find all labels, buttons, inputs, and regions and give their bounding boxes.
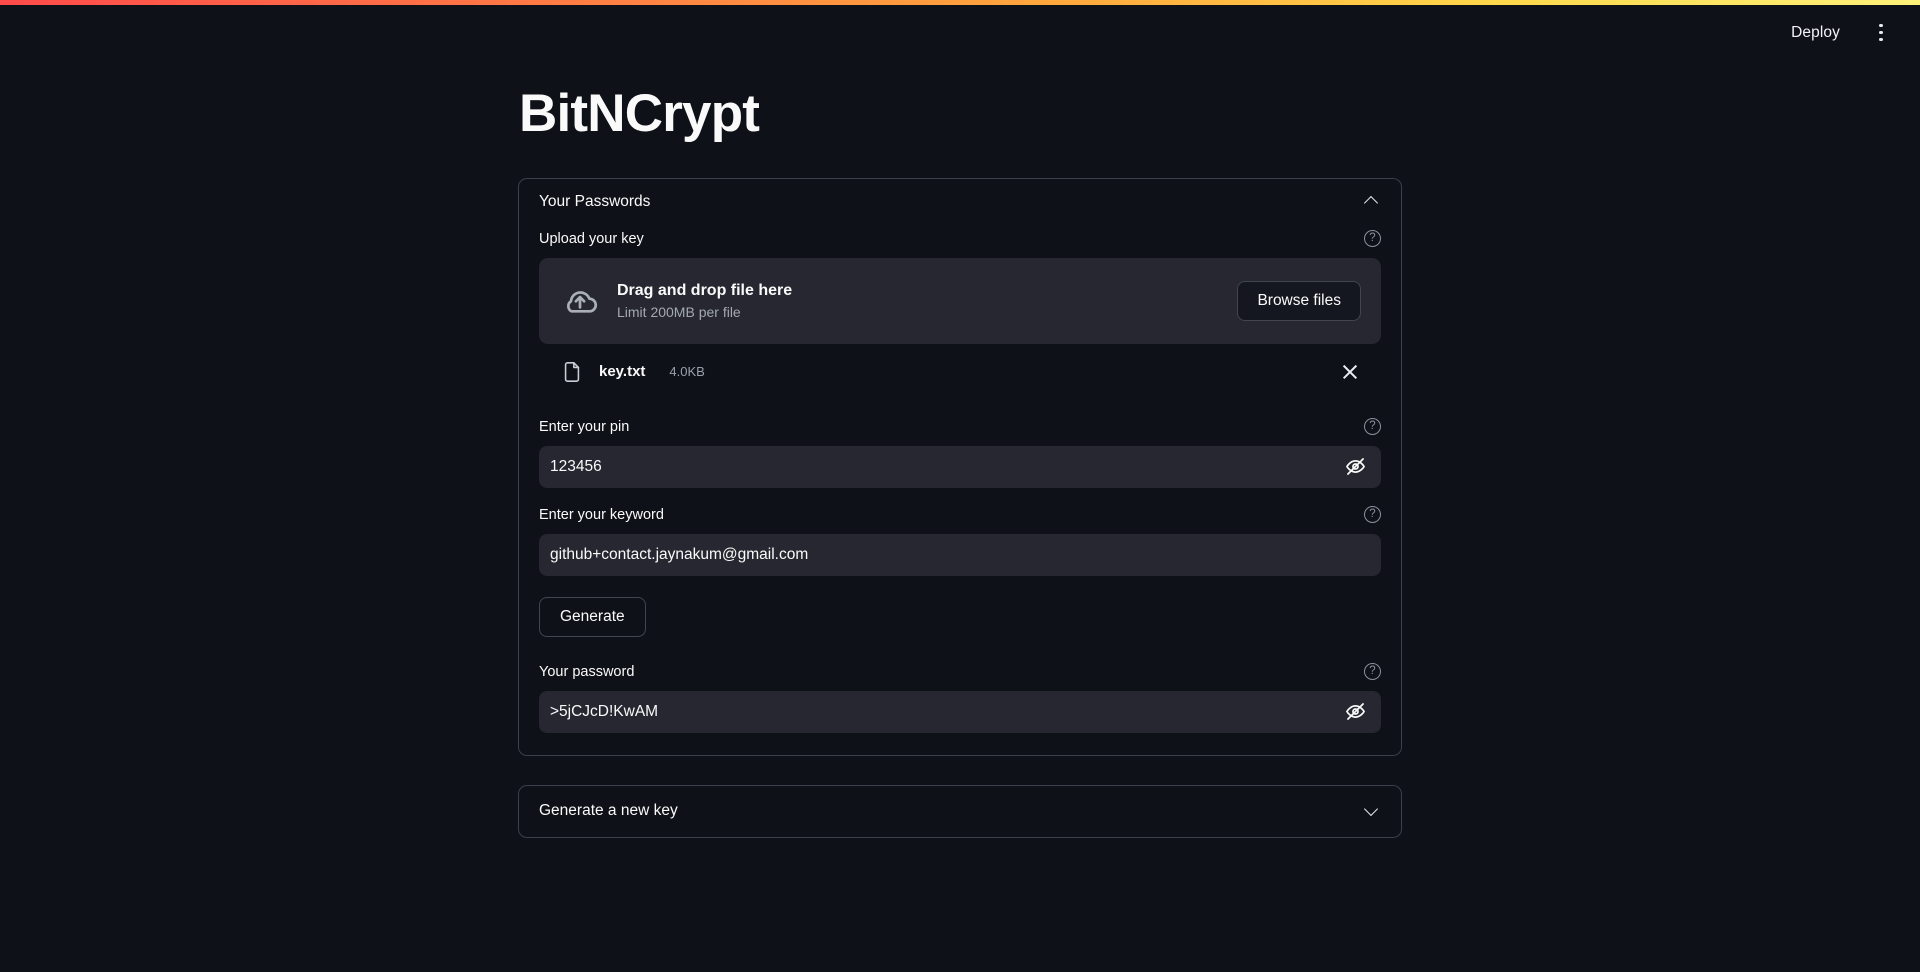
pin-field-block: Enter your pin ? [539, 414, 1381, 488]
kebab-menu-icon[interactable] [1864, 16, 1898, 50]
chevron-up-icon[interactable] [1363, 193, 1381, 211]
cloud-upload-icon [561, 282, 599, 320]
uploaded-file-size: 4.0KB [669, 364, 705, 380]
generate-button[interactable]: Generate [539, 596, 646, 637]
browse-files-button[interactable]: Browse files [1237, 280, 1361, 321]
keyword-input-wrap [539, 533, 1381, 576]
brand-gradient-bar [0, 0, 1920, 5]
password-field-block: Your password ? [539, 659, 1381, 733]
kebab-dot [1879, 37, 1883, 42]
file-icon [561, 359, 583, 385]
deploy-button[interactable]: Deploy [1779, 18, 1852, 48]
expander-generate-new-key-title: Generate a new key [539, 802, 678, 820]
kebab-dot [1879, 30, 1883, 35]
keyword-input[interactable] [550, 545, 1367, 564]
eye-off-icon[interactable] [1343, 455, 1367, 479]
keyword-field-block: Enter your keyword ? [539, 502, 1381, 576]
help-circle-icon[interactable]: ? [1364, 418, 1381, 436]
eye-off-icon[interactable] [1343, 700, 1367, 724]
keyword-label-row: Enter your keyword ? [539, 502, 1381, 528]
main-content: BitNCrypt Your Passwords Upload your key… [518, 60, 1402, 838]
help-circle-icon[interactable]: ? [1364, 506, 1381, 524]
expander-generate-new-key: Generate a new key [518, 784, 1402, 838]
chevron-down-icon[interactable] [1363, 802, 1381, 820]
help-circle-icon[interactable]: ? [1364, 663, 1381, 681]
password-input-wrap [539, 690, 1381, 733]
keyword-label: Enter your keyword [539, 506, 664, 523]
app-header: Deploy [0, 5, 1920, 60]
help-circle-icon[interactable]: ? [1364, 230, 1381, 248]
close-icon[interactable] [1335, 357, 1365, 387]
pin-label-row: Enter your pin ? [539, 414, 1381, 440]
upload-key-label: Upload your key [539, 230, 644, 247]
expander-your-passwords-title: Your Passwords [539, 193, 651, 211]
password-label: Your password [539, 663, 635, 680]
dropzone-title: Drag and drop file here [617, 281, 793, 299]
pin-label: Enter your pin [539, 418, 630, 435]
password-input[interactable] [550, 702, 1343, 721]
dropzone-text: Drag and drop file here Limit 200MB per … [617, 282, 1219, 320]
uploaded-file-name: key.txt [599, 363, 646, 381]
expander-your-passwords: Your Passwords Upload your key ? Drag an… [518, 177, 1402, 756]
pin-input-wrap [539, 445, 1381, 488]
kebab-dot [1879, 23, 1883, 28]
page-body: BitNCrypt Your Passwords Upload your key… [0, 60, 1920, 972]
page-title: BitNCrypt [519, 84, 760, 143]
expander-your-passwords-header[interactable]: Your Passwords [519, 179, 1401, 226]
pin-input[interactable] [550, 457, 1343, 476]
upload-key-label-row: Upload your key ? [539, 226, 1381, 252]
password-label-row: Your password ? [539, 659, 1381, 685]
dropzone-subtitle: Limit 200MB per file [617, 303, 741, 320]
uploaded-file-row: key.txt 4.0KB [539, 344, 1381, 400]
file-dropzone[interactable]: Drag and drop file here Limit 200MB per … [539, 257, 1381, 344]
expander-generate-new-key-header[interactable]: Generate a new key [519, 786, 1401, 837]
expander-your-passwords-body: Upload your key ? Drag and drop file her… [519, 226, 1401, 755]
